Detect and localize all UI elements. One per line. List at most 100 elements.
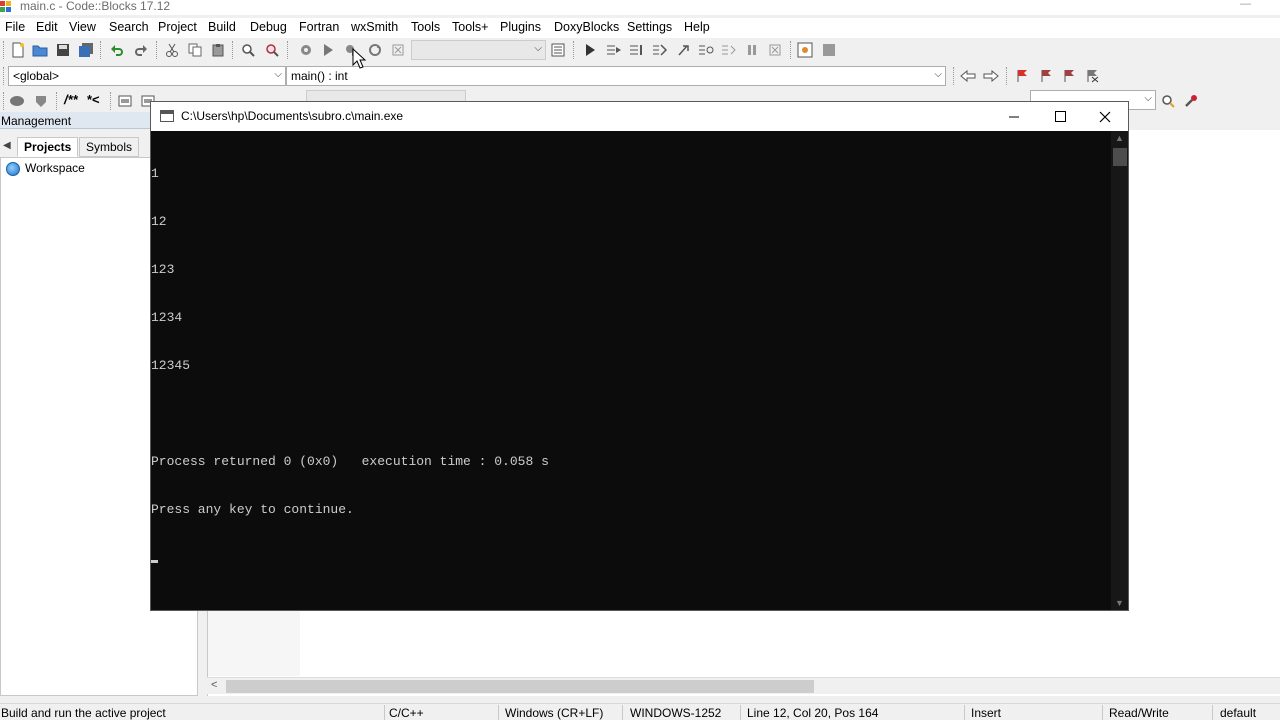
find-icon[interactable] bbox=[240, 42, 256, 58]
tab-symbols[interactable]: Symbols bbox=[79, 137, 140, 157]
menu-tools[interactable]: Tools bbox=[411, 20, 440, 34]
debug-continue-icon[interactable] bbox=[582, 42, 598, 58]
menu-settings[interactable]: Settings bbox=[627, 20, 672, 34]
scroll-left-icon[interactable]: < bbox=[211, 679, 217, 691]
pause-icon[interactable] bbox=[744, 42, 760, 58]
new-file-icon[interactable] bbox=[10, 42, 26, 58]
workspace-node[interactable]: Workspace bbox=[25, 161, 85, 175]
status-separator bbox=[1212, 705, 1213, 720]
toolbar-grip[interactable] bbox=[3, 41, 6, 59]
status-separator bbox=[964, 705, 965, 720]
various-info-icon[interactable] bbox=[821, 42, 837, 58]
maximize-icon[interactable] bbox=[1037, 102, 1083, 131]
next-line-icon[interactable] bbox=[629, 42, 645, 58]
toolbar-grip[interactable] bbox=[953, 67, 956, 85]
status-hint: Build and run the active project bbox=[1, 706, 166, 720]
function-select[interactable]: main() : int ⌵ bbox=[286, 66, 946, 86]
toolbar-grip[interactable] bbox=[790, 41, 793, 59]
build-target-select[interactable]: ⌵ bbox=[411, 40, 546, 60]
menu-help[interactable]: Help bbox=[684, 20, 710, 34]
previous-bookmark-icon[interactable] bbox=[1038, 68, 1054, 84]
scroll-up-icon[interactable]: ▲ bbox=[1115, 133, 1124, 143]
scrollbar-thumb[interactable] bbox=[226, 680, 814, 693]
menu-debug[interactable]: Debug bbox=[250, 20, 287, 34]
rebuild-icon[interactable] bbox=[367, 42, 383, 58]
toolbar-grip[interactable] bbox=[56, 92, 59, 110]
menu-plugins[interactable]: Plugins bbox=[500, 20, 541, 34]
tab-projects[interactable]: Projects bbox=[17, 137, 79, 157]
toolbar-grip[interactable] bbox=[232, 41, 235, 59]
clear-bookmarks-icon[interactable] bbox=[1084, 68, 1100, 84]
console-vertical-scrollbar[interactable]: ▲ ▼ bbox=[1111, 131, 1128, 610]
menu-doxyblocks[interactable]: DoxyBlocks bbox=[554, 20, 619, 34]
open-file-icon[interactable] bbox=[32, 42, 48, 58]
menu-project[interactable]: Project bbox=[158, 20, 197, 34]
console-title-bar[interactable]: C:\Users\hp\Documents\subro.c\main.exe bbox=[151, 102, 1128, 131]
scrollbar-thumb[interactable] bbox=[1113, 148, 1127, 166]
step-out-icon[interactable] bbox=[675, 42, 691, 58]
menu-edit[interactable]: Edit bbox=[36, 20, 58, 34]
menu-tools-plus[interactable]: Tools+ bbox=[452, 20, 488, 34]
toggle-bookmark-icon[interactable] bbox=[1014, 68, 1030, 84]
toolbar-grip[interactable] bbox=[287, 41, 290, 59]
step-into-icon[interactable] bbox=[652, 42, 668, 58]
line-comment-button[interactable]: *< bbox=[87, 92, 100, 107]
next-instruction-icon[interactable] bbox=[698, 42, 714, 58]
save-all-icon[interactable] bbox=[78, 42, 94, 58]
toolbar-grip[interactable] bbox=[573, 41, 576, 59]
editor-horizontal-scrollbar[interactable]: < bbox=[207, 677, 1280, 694]
toolbar-grip[interactable] bbox=[3, 67, 6, 85]
run-icon[interactable] bbox=[320, 42, 336, 58]
menu-build[interactable]: Build bbox=[208, 20, 236, 34]
paste-icon[interactable] bbox=[210, 42, 226, 58]
toolbar-grip[interactable] bbox=[110, 92, 113, 110]
menu-fortran[interactable]: Fortran bbox=[299, 20, 339, 34]
step-into-instruction-icon[interactable] bbox=[721, 42, 737, 58]
console-line: 1 bbox=[151, 166, 159, 181]
toolbar-grip[interactable] bbox=[3, 92, 6, 110]
app-title: main.c - Code::Blocks 17.12 bbox=[20, 0, 171, 13]
toolbar-grip[interactable] bbox=[1006, 67, 1009, 85]
minimize-icon[interactable]: — bbox=[1240, 0, 1252, 12]
scroll-down-icon[interactable]: ▼ bbox=[1115, 598, 1124, 608]
save-icon[interactable] bbox=[55, 42, 71, 58]
redo-icon[interactable] bbox=[133, 42, 149, 58]
menu-view[interactable]: View bbox=[69, 20, 96, 34]
management-title: Management bbox=[1, 114, 72, 128]
console-title: C:\Users\hp\Documents\subro.c\main.exe bbox=[181, 109, 404, 123]
extract-docs-icon[interactable] bbox=[33, 93, 49, 109]
settings-wrench-icon[interactable] bbox=[1183, 93, 1199, 109]
console-line: Press any key to continue. bbox=[151, 502, 354, 517]
codeblocks-logo-icon bbox=[0, 1, 11, 13]
menu-wxsmith[interactable]: wxSmith bbox=[351, 20, 398, 34]
console-app-icon bbox=[160, 110, 174, 122]
tab-scroll-left-icon[interactable]: ◀ bbox=[3, 140, 11, 151]
scope-select[interactable]: <global> ⌵ bbox=[8, 66, 286, 86]
toolbar-grip[interactable] bbox=[100, 41, 103, 59]
search-icon[interactable] bbox=[1160, 93, 1176, 109]
copy-icon[interactable] bbox=[187, 42, 203, 58]
doxywizard-icon[interactable] bbox=[9, 93, 25, 109]
debugging-windows-icon[interactable] bbox=[797, 42, 813, 58]
stop-debugger-icon[interactable] bbox=[767, 42, 783, 58]
show-target-dialog-icon[interactable] bbox=[550, 42, 566, 58]
toolbar-grip[interactable] bbox=[156, 41, 159, 59]
cut-icon[interactable] bbox=[164, 42, 180, 58]
run-to-cursor-icon[interactable] bbox=[606, 42, 622, 58]
menu-file[interactable]: File bbox=[5, 20, 25, 34]
run-html-icon[interactable] bbox=[117, 93, 133, 109]
console-output[interactable]: 1 12 123 1234 12345 Process returned 0 (… bbox=[151, 131, 1111, 610]
console-window[interactable]: C:\Users\hp\Documents\subro.c\main.exe 1… bbox=[150, 101, 1129, 611]
block-comment-button[interactable]: /** bbox=[64, 92, 78, 107]
jump-back-icon[interactable] bbox=[960, 68, 976, 84]
minimize-icon[interactable] bbox=[991, 102, 1037, 131]
undo-icon[interactable] bbox=[109, 42, 125, 58]
status-bar: Build and run the active project C/C++ W… bbox=[0, 703, 1280, 720]
close-icon[interactable] bbox=[1082, 102, 1128, 131]
abort-icon[interactable] bbox=[390, 42, 406, 58]
replace-icon[interactable] bbox=[264, 42, 280, 58]
build-icon[interactable] bbox=[298, 42, 314, 58]
jump-forward-icon[interactable] bbox=[983, 68, 999, 84]
next-bookmark-icon[interactable] bbox=[1061, 68, 1077, 84]
menu-search[interactable]: Search bbox=[109, 20, 149, 34]
